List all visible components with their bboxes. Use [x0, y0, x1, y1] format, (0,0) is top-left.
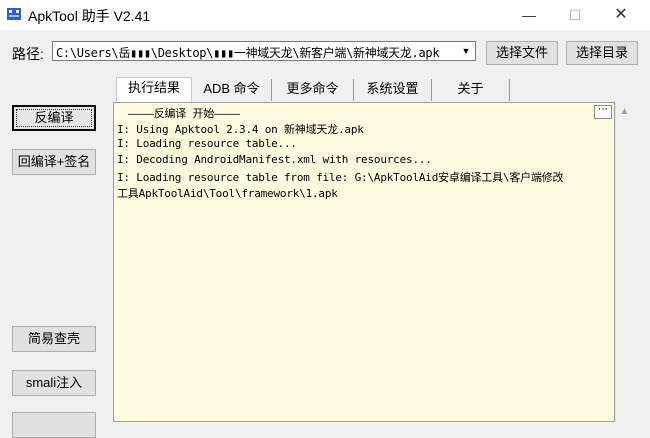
log-line: I: Loading resource table from file: G:\… [117, 171, 564, 184]
output-scrollbar[interactable]: ▲ [615, 102, 633, 422]
tab-adb-commands[interactable]: ADB 命令 [192, 79, 272, 101]
select-directory-button[interactable]: 选择目录 [566, 41, 638, 65]
tab-more-commands[interactable]: 更多命令 [272, 79, 354, 101]
focus-rectangle [16, 109, 92, 127]
path-label: 路径: [12, 46, 44, 62]
log-line: 工具ApkToolAid\Tool\framework\1.apk [117, 187, 338, 200]
title-bar: ApkTool 助手 V2.41 — ☐ ✕ [0, 0, 650, 30]
decompile-button[interactable]: 反编译 [12, 105, 96, 131]
log-line: I: Decoding AndroidManifest.xml with res… [117, 153, 432, 166]
sidebar-button-partial[interactable] [12, 412, 96, 438]
simple-shell-check-button[interactable]: 简易查壳 [12, 326, 96, 352]
chevron-down-icon[interactable]: ▼ [458, 43, 474, 59]
tab-execution-result[interactable]: 执行结果 [116, 77, 192, 103]
close-button[interactable]: ✕ [598, 0, 644, 30]
log-line: ————反编译 开始———— [128, 107, 240, 120]
tab-system-settings[interactable]: 系统设置 [354, 79, 432, 101]
log-line: I: Using Apktool 2.3.4 on 新神域天龙.apk [117, 123, 364, 136]
more-options-button[interactable]: ⋯ [594, 105, 612, 119]
select-file-button[interactable]: 选择文件 [486, 41, 558, 65]
maximize-button[interactable]: ☐ [552, 0, 598, 30]
path-value: C:\Users\岳▮▮▮\Desktop\▮▮▮一神域天龙\新客户端\新神域天… [56, 46, 440, 60]
recompile-sign-button[interactable]: 回编译+签名 [12, 149, 96, 175]
smali-inject-button[interactable]: smali注入 [12, 370, 96, 396]
output-log[interactable]: ————反编译 开始———— I: Using Apktool 2.3.4 on… [113, 102, 615, 422]
tab-about[interactable]: 关于 [432, 79, 510, 101]
window-title: ApkTool 助手 V2.41 [28, 8, 151, 24]
log-line: I: Loading resource table... [117, 137, 297, 150]
minimize-button[interactable]: — [506, 0, 552, 30]
apktool-logo-icon [7, 8, 21, 20]
scroll-up-arrow-icon[interactable]: ▲ [616, 106, 633, 117]
path-combobox[interactable]: C:\Users\岳▮▮▮\Desktop\▮▮▮一神域天龙\新客户端\新神域天… [52, 41, 476, 61]
